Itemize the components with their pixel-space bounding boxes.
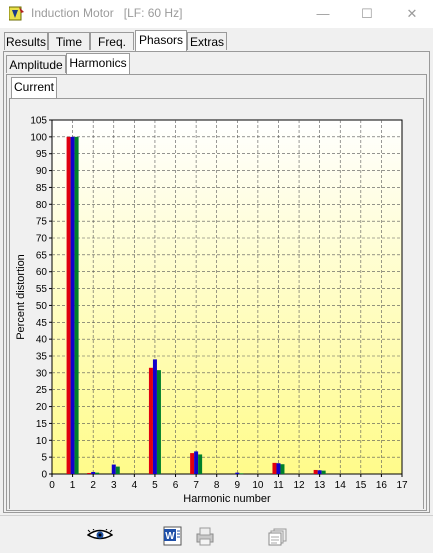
bar-h1-s3 <box>74 136 79 474</box>
bar-h7-s3 <box>198 454 203 474</box>
tab-harmonics[interactable]: Harmonics <box>66 53 130 74</box>
bar-h7-s1 <box>190 453 195 474</box>
y-tick-label: 70 <box>36 234 48 245</box>
quantity-tab-bar: Current <box>11 77 421 99</box>
bar-h5-s3 <box>156 370 161 474</box>
close-button[interactable]: ✕ <box>392 2 432 26</box>
x-tick-label: 9 <box>235 480 241 491</box>
y-tick-label: 50 <box>36 301 48 312</box>
harmonics-chart: 0510152025303540455055606570758085909510… <box>10 99 423 509</box>
tab-extras[interactable]: Extras <box>187 32 227 50</box>
y-tick-label: 55 <box>36 284 48 295</box>
bar-h13-s2 <box>317 470 322 474</box>
y-tick-label: 100 <box>30 132 47 143</box>
bar-h9-s3 <box>239 473 244 475</box>
bar-h2-s3 <box>95 472 100 474</box>
eye-icon[interactable] <box>87 529 113 541</box>
tab-time[interactable]: Time <box>48 32 90 50</box>
x-tick-label: 13 <box>314 480 326 491</box>
svg-text:W: W <box>165 531 175 542</box>
y-tick-label: 95 <box>36 149 48 160</box>
y-tick-label: 45 <box>36 318 48 329</box>
bar-h1-s1 <box>66 136 71 474</box>
print-icon[interactable] <box>194 526 216 546</box>
y-tick-label: 25 <box>36 385 48 396</box>
y-tick-label: 90 <box>36 166 48 177</box>
bar-h13-s3 <box>321 470 326 474</box>
y-tick-label: 5 <box>41 453 47 464</box>
title-bar: Induction Motor [LF: 60 Hz] — ☐ ✕ <box>0 0 433 28</box>
y-tick-label: 60 <box>36 267 48 278</box>
tab-current[interactable]: Current <box>11 77 57 98</box>
tab-amplitude[interactable]: Amplitude <box>6 55 66 73</box>
x-tick-label: 16 <box>376 480 388 491</box>
bar-h13-s1 <box>313 469 318 474</box>
y-tick-label: 85 <box>36 183 48 194</box>
bar-h11-s2 <box>276 463 281 474</box>
tab-freq[interactable]: Freq. <box>90 32 134 50</box>
bar-h7-s2 <box>194 451 199 474</box>
x-tick-label: 11 <box>273 480 284 491</box>
x-tick-label: 10 <box>252 480 264 491</box>
sub-tab-bar: Amplitude Harmonics <box>6 53 426 75</box>
app-icon <box>9 6 24 21</box>
tab-results[interactable]: Results <box>4 32 48 50</box>
y-tick-label: 65 <box>36 250 48 261</box>
x-axis-label: Harmonic number <box>183 493 271 505</box>
y-tick-label: 105 <box>30 116 47 127</box>
x-tick-label: 12 <box>293 480 305 491</box>
x-tick-label: 1 <box>70 480 76 491</box>
tab-phasors[interactable]: Phasors <box>135 30 187 51</box>
y-tick-label: 20 <box>36 402 48 413</box>
maximize-button[interactable]: ☐ <box>347 2 387 26</box>
x-tick-label: 6 <box>173 480 179 491</box>
y-tick-label: 80 <box>36 200 48 211</box>
x-tick-label: 0 <box>49 480 55 491</box>
window-title: Induction Motor [LF: 60 Hz] <box>31 6 183 20</box>
x-tick-label: 15 <box>355 480 367 491</box>
y-tick-label: 15 <box>36 419 48 430</box>
x-tick-label: 17 <box>396 480 408 491</box>
bar-h11-s3 <box>280 464 285 474</box>
y-tick-label: 10 <box>36 436 48 447</box>
x-tick-label: 5 <box>152 480 158 491</box>
x-tick-label: 3 <box>111 480 117 491</box>
bar-h3-s2 <box>111 464 116 474</box>
y-axis-label: Percent distortion <box>15 254 27 340</box>
copy-pages-icon[interactable] <box>268 528 288 546</box>
bar-h1-s2 <box>70 136 75 474</box>
y-tick-label: 75 <box>36 217 48 228</box>
main-tab-bar: Results Time Freq. Phasors Extras <box>4 30 429 52</box>
word-export-icon[interactable]: W <box>163 526 183 546</box>
y-tick-label: 0 <box>41 470 47 481</box>
plot-area <box>51 119 403 475</box>
bar-h11-s1 <box>272 462 277 474</box>
bar-h2-s2 <box>91 471 96 474</box>
bar-h5-s2 <box>152 359 157 474</box>
y-tick-label: 40 <box>36 335 48 346</box>
minimize-button[interactable]: — <box>303 2 343 26</box>
x-tick-label: 14 <box>335 480 347 491</box>
y-tick-label: 30 <box>36 368 48 379</box>
x-tick-label: 8 <box>214 480 220 491</box>
bar-h5-s1 <box>148 367 153 474</box>
bottom-toolbar: W <box>0 515 433 553</box>
y-tick-label: 35 <box>36 352 48 363</box>
x-tick-label: 2 <box>90 480 96 491</box>
x-tick-label: 4 <box>132 480 138 491</box>
bar-h9-s2 <box>235 472 240 474</box>
x-tick-label: 7 <box>193 480 199 491</box>
bar-h3-s3 <box>115 466 120 474</box>
bar-h2-s1 <box>87 472 92 474</box>
